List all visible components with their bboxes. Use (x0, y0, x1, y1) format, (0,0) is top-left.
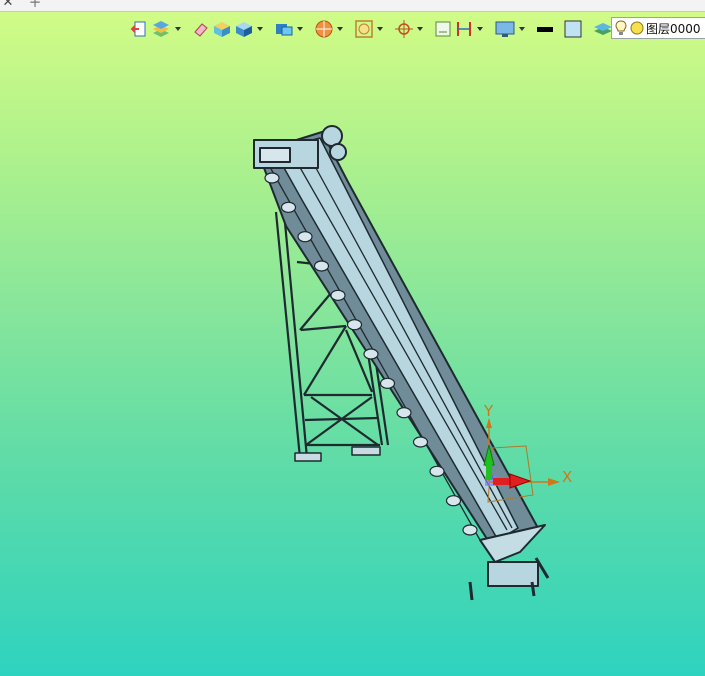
y-axis-label: Y (483, 402, 494, 420)
layer-selector[interactable]: 图层0000 (611, 17, 705, 39)
idler-roller (363, 348, 379, 360)
conveyor-model (253, 125, 550, 601)
sphere-section-icon[interactable] (314, 18, 334, 40)
tower-feet (294, 446, 381, 462)
idler-roller (330, 289, 346, 301)
belt-surface (273, 137, 519, 541)
layer-name: 图层0000 (646, 21, 701, 36)
close-tab-icon[interactable]: ✕ (0, 0, 16, 10)
x-axis-arrow-icon (509, 473, 532, 489)
zoom-fit-dropdown-icon[interactable] (376, 18, 384, 40)
view-toolbar (130, 17, 624, 41)
document-tab-strip: ✕ + (0, 0, 705, 12)
layer-color-dot-icon (630, 21, 644, 35)
idler-roller (429, 465, 445, 477)
view-cube-icon[interactable] (234, 18, 254, 40)
idler-roller (313, 260, 330, 272)
dimension-dropdown-icon[interactable] (476, 18, 484, 40)
model-viewport[interactable]: X Y (0, 42, 705, 676)
view-cube-dropdown-icon[interactable] (256, 18, 264, 40)
component-icon[interactable] (274, 18, 294, 40)
idler-roller (280, 201, 297, 213)
idler-roller (264, 172, 280, 184)
monitor-icon[interactable] (494, 18, 516, 40)
monitor-dropdown-icon[interactable] (518, 18, 526, 40)
feed-hopper (468, 524, 550, 601)
new-tab-icon[interactable]: + (28, 0, 42, 10)
display-style-dropdown-icon[interactable] (174, 18, 182, 40)
target-icon[interactable] (394, 18, 414, 40)
dimension-icon[interactable] (454, 18, 474, 40)
frame-icon[interactable] (434, 18, 452, 40)
exit-view-icon[interactable] (130, 18, 148, 40)
eraser-icon[interactable] (192, 18, 210, 40)
solid-box-icon[interactable] (212, 18, 232, 40)
idler-roller (346, 319, 363, 331)
idler-roller (396, 407, 412, 419)
idler-roller (445, 495, 462, 507)
x-axis-tip-icon (548, 478, 560, 486)
fill-light-blue-swatch[interactable] (564, 18, 582, 40)
x-axis-label: X (562, 468, 572, 486)
idler-roller (379, 377, 396, 389)
idler-roller (462, 524, 478, 536)
zoom-fit-icon[interactable] (354, 18, 374, 40)
idler-roller (412, 436, 429, 448)
target-dropdown-icon[interactable] (416, 18, 424, 40)
display-style-icon[interactable] (150, 18, 172, 40)
idler-roller (297, 231, 313, 243)
color-black-swatch[interactable] (536, 18, 554, 40)
sphere-section-dropdown-icon[interactable] (336, 18, 344, 40)
lightbulb-icon (615, 20, 627, 35)
component-dropdown-icon[interactable] (296, 18, 304, 40)
